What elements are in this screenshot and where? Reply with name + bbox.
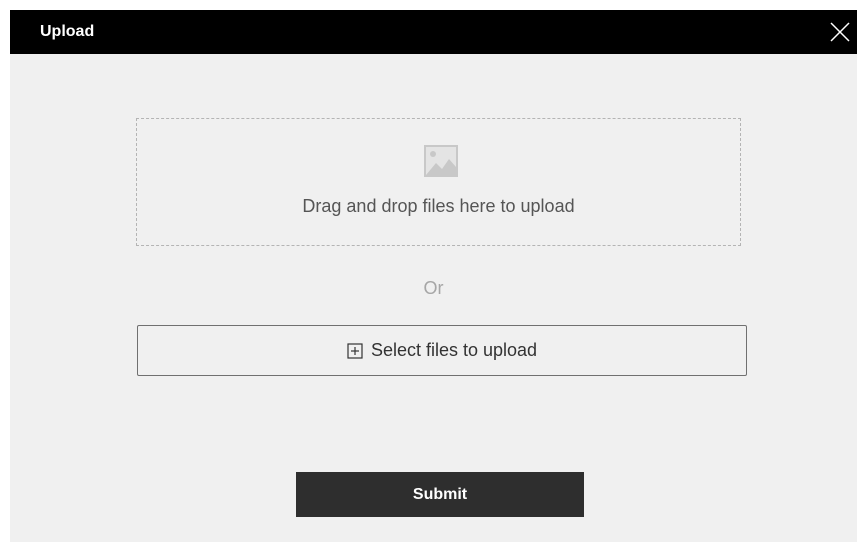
plus-box-icon [347,342,363,359]
select-files-label: Select files to upload [370,340,538,360]
image-icon [424,145,458,177]
close-button[interactable] [827,19,853,45]
submit-button[interactable]: Submit [296,472,584,517]
close-icon [830,22,850,42]
drop-zone-text: Drag and drop files here to upload [302,196,575,216]
select-files-button[interactable]: Select files to upload [137,325,747,376]
dialog-titlebar: Upload [10,10,857,54]
or-separator: Or [423,278,444,298]
dialog-title: Upload [40,23,95,40]
upload-dialog: Upload Drag and drop files here to uploa… [10,10,857,542]
drop-zone[interactable]: Drag and drop files here to upload [136,118,741,246]
